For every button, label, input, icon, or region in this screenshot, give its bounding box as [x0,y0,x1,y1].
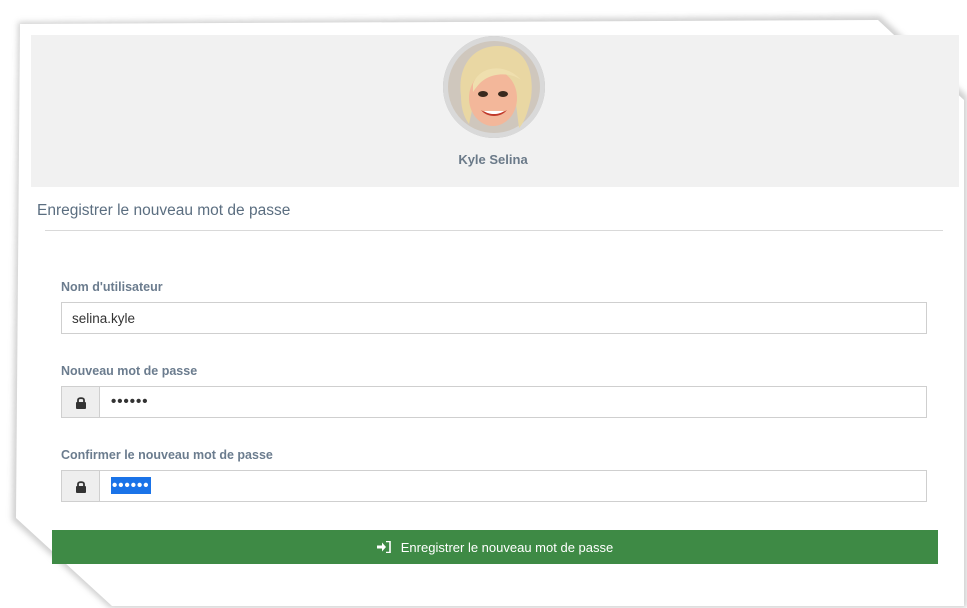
confirm-password-value-wrap: •••••• [111,477,151,494]
avatar [443,36,545,138]
confirm-password-addon [62,471,100,501]
lock-icon [75,480,86,493]
new-password-input[interactable]: •••••• [61,386,927,418]
panel-title: Enregistrer le nouveau mot de passe [37,202,291,219]
sign-in-icon [376,541,391,553]
username-label: Nom d'utilisateur [61,280,163,294]
username-input[interactable]: selina.kyle [61,302,927,334]
save-password-label: Enregistrer le nouveau mot de passe [400,539,614,555]
panel-divider [45,230,943,231]
new-password-addon [62,387,100,417]
avatar-illustration [443,36,545,138]
confirm-password-value: •••••• [111,477,151,494]
lock-icon [75,396,86,409]
username-value: selina.kyle [72,311,136,326]
confirm-password-label: Confirmer le nouveau mot de passe [61,448,273,462]
save-password-button[interactable]: Enregistrer le nouveau mot de passe [52,530,938,564]
confirm-password-input[interactable]: •••••• [61,470,927,502]
new-password-label: Nouveau mot de passe [61,364,198,378]
new-password-value: •••••• [111,393,149,410]
user-display-name: Kyle Selina [458,152,528,167]
